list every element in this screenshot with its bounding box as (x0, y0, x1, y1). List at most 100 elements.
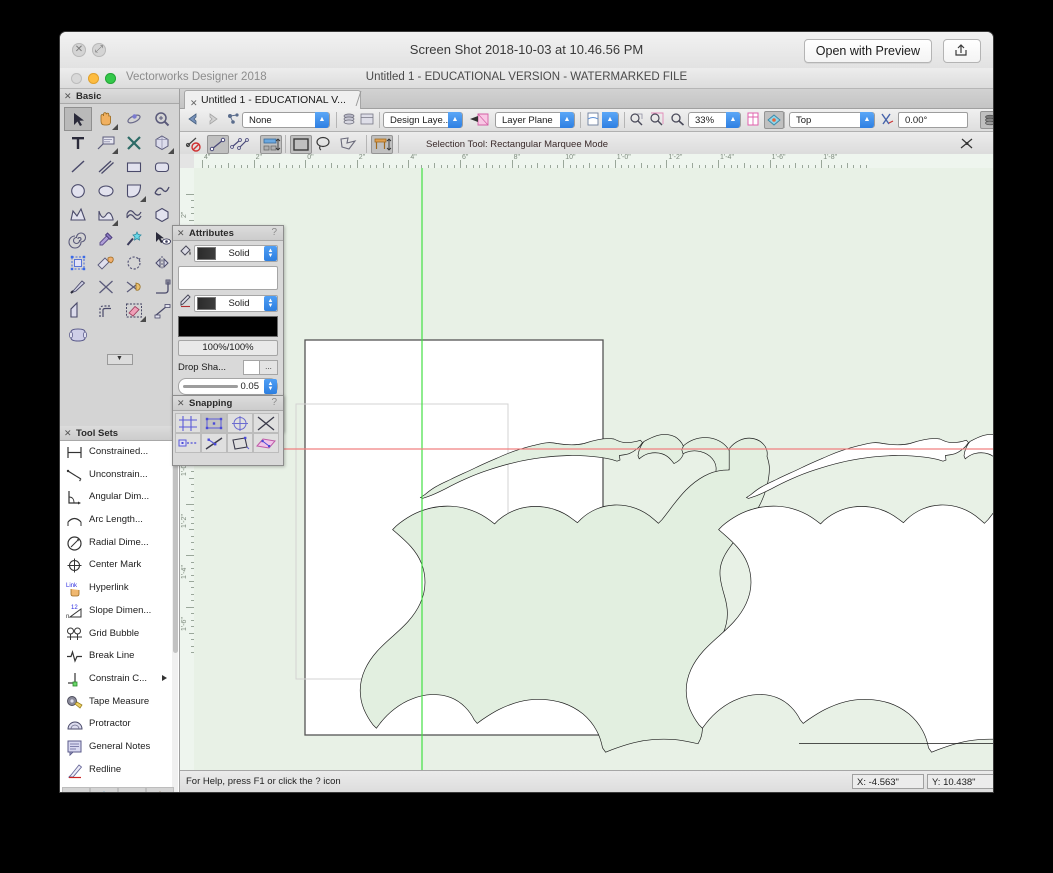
arrow-left-icon[interactable] (184, 111, 204, 129)
toolset-item[interactable]: Grid Bubble (60, 623, 179, 646)
close-icon[interactable]: ✕ (177, 228, 185, 239)
question-mark-icon[interactable]: ? (271, 397, 277, 408)
interactive-scale-icon[interactable] (260, 135, 282, 154)
toolset-item[interactable]: n 12 Slope Dimen... (60, 600, 179, 623)
close-icon[interactable]: ✕ (64, 428, 72, 439)
flyover-tool[interactable] (120, 107, 148, 131)
rotate-tool[interactable] (120, 251, 148, 275)
eyedropper-tool[interactable] (92, 227, 120, 251)
oval-tool[interactable] (92, 179, 120, 203)
rotate-view-icon[interactable] (878, 111, 898, 129)
toolset-item[interactable]: Unconstrain... (60, 464, 179, 487)
submenu-arrow-icon[interactable] (162, 674, 167, 681)
sheet-dropdown[interactable]: ▲▼ (602, 112, 619, 139)
chevron-down-icon[interactable]: ▲▼ (860, 112, 874, 139)
chevron-down-icon[interactable]: ▲▼ (264, 296, 277, 311)
toolset-item[interactable]: Redline (60, 759, 179, 782)
layer-mode-dropdown[interactable]: Design Laye... ▲▼ (383, 112, 463, 139)
pen-color-swatch[interactable] (197, 297, 216, 310)
fill-style-dropdown[interactable]: Solid ▲ ▼ (194, 245, 278, 262)
open-with-preview-button[interactable]: Open with Preview (803, 39, 932, 63)
working-plane-icon[interactable] (468, 111, 492, 129)
zoom-out-icon[interactable] (628, 111, 648, 129)
flyout-triangle-icon[interactable] (112, 148, 118, 154)
flyout-triangle-icon[interactable] (168, 148, 174, 154)
classes-icon[interactable] (358, 111, 378, 129)
single-object-icon[interactable] (207, 135, 229, 154)
basic-palette-collapse[interactable]: ▼ (60, 347, 179, 365)
line-tool[interactable] (64, 155, 92, 179)
toolset-item[interactable]: Center Mark (60, 554, 179, 577)
view-angle-field[interactable]: 0.00° (898, 112, 968, 128)
drawing-canvas[interactable] (194, 168, 993, 771)
multiple-object-icon[interactable] (230, 135, 252, 154)
plane-dropdown[interactable]: Layer Plane ▲▼ (495, 112, 575, 139)
snap-to-intersection[interactable] (253, 413, 279, 433)
toolsets-scrollbar-thumb[interactable] (173, 443, 178, 653)
offset-tool[interactable] (92, 299, 120, 323)
page-boundary-icon[interactable] (744, 111, 764, 129)
toolset-item[interactable]: Angular Dim... (60, 486, 179, 509)
circle-tool[interactable] (64, 179, 92, 203)
horizontal-ruler[interactable]: 4" 2" 0" 2" 4" 6" 8" 10" 1'-0" 1'-2" 1'-4" 1'-6" 1'-… (194, 154, 993, 169)
rect-marquee-icon[interactable] (290, 135, 312, 154)
toolset-item[interactable]: Protractor (60, 713, 179, 736)
extrude-surface-tool[interactable] (64, 323, 92, 347)
text-tool[interactable] (64, 131, 92, 155)
no-snap-icon[interactable] (184, 135, 206, 154)
chevron-down-icon[interactable]: ▲▼ (726, 112, 740, 139)
x-coordinate-box[interactable]: X: -4.563" (852, 774, 924, 789)
toolset-item[interactable]: Constrain C... (60, 668, 179, 691)
share-icon[interactable] (943, 39, 981, 63)
snap-to-object[interactable] (201, 413, 227, 433)
toolset-item[interactable]: Arc Length... (60, 509, 179, 532)
rectangle-tool[interactable] (120, 155, 148, 179)
arrow-right-icon[interactable] (204, 111, 224, 129)
spiral-curve-tool[interactable] (148, 179, 176, 203)
flyout-triangle-icon[interactable] (112, 124, 118, 130)
drop-shadow-checkbox[interactable] (243, 360, 260, 375)
fit-page-icon[interactable] (648, 111, 668, 129)
view-direction-dropdown[interactable]: Top ▲▼ (789, 112, 875, 139)
flyout-triangle-icon[interactable] (140, 196, 146, 202)
regular-polygon-tool[interactable] (148, 203, 176, 227)
snap-to-working-plane[interactable] (253, 433, 279, 453)
y-coordinate-box[interactable]: Y: 10.438" (927, 774, 993, 789)
stack-layers-icon[interactable] (980, 111, 993, 129)
water-set[interactable] (90, 787, 118, 792)
snap-to-grid[interactable] (175, 413, 201, 433)
line-weight-slider[interactable]: 0.05 ▲ ▼ (178, 378, 278, 395)
snap-to-angle[interactable] (227, 433, 253, 453)
opacity-value[interactable]: 100%/100% (178, 340, 278, 356)
pen-style-dropdown[interactable]: Solid ▲ ▼ (194, 295, 278, 312)
building-shell-set[interactable] (146, 787, 174, 792)
close-icon[interactable]: ✕ (177, 398, 185, 409)
snap-to-distance[interactable] (201, 433, 227, 453)
spiral-tool[interactable] (64, 227, 92, 251)
polygon-tool[interactable] (64, 203, 92, 227)
toolset-item[interactable]: Constrained... (60, 441, 179, 464)
site-modeling-set[interactable] (118, 787, 146, 792)
flyout-triangle-icon[interactable] (112, 220, 118, 226)
chamfer-tool[interactable] (64, 299, 92, 323)
extrude-tool[interactable] (148, 131, 176, 155)
split-tool[interactable] (64, 275, 92, 299)
toolset-item[interactable]: General Notes (60, 736, 179, 759)
magic-wand-tool[interactable] (120, 227, 148, 251)
toolsets-list[interactable]: Constrained... Unconstrain... Angular Dim.… (60, 441, 179, 792)
slider-track[interactable] (183, 385, 238, 388)
selection-tool[interactable] (64, 107, 92, 131)
toolset-item[interactable]: Break Line (60, 645, 179, 668)
polygon-marquee-icon[interactable] (338, 135, 360, 154)
toolset-item[interactable]: Link Hyperlink (60, 577, 179, 600)
arc-tool[interactable] (120, 179, 148, 203)
sheet-icon[interactable] (584, 111, 604, 129)
chevron-down-icon[interactable]: ▲▼ (602, 112, 618, 139)
eraser-tool[interactable] (120, 299, 148, 323)
lasso-icon[interactable] (314, 135, 336, 154)
rounded-rectangle-tool[interactable] (148, 155, 176, 179)
toolset-item[interactable]: Radial Dime... (60, 532, 179, 555)
chevron-down-icon[interactable]: ▲▼ (315, 112, 329, 139)
fill-color-preview[interactable] (178, 266, 278, 290)
preferences-icon[interactable] (958, 135, 980, 154)
